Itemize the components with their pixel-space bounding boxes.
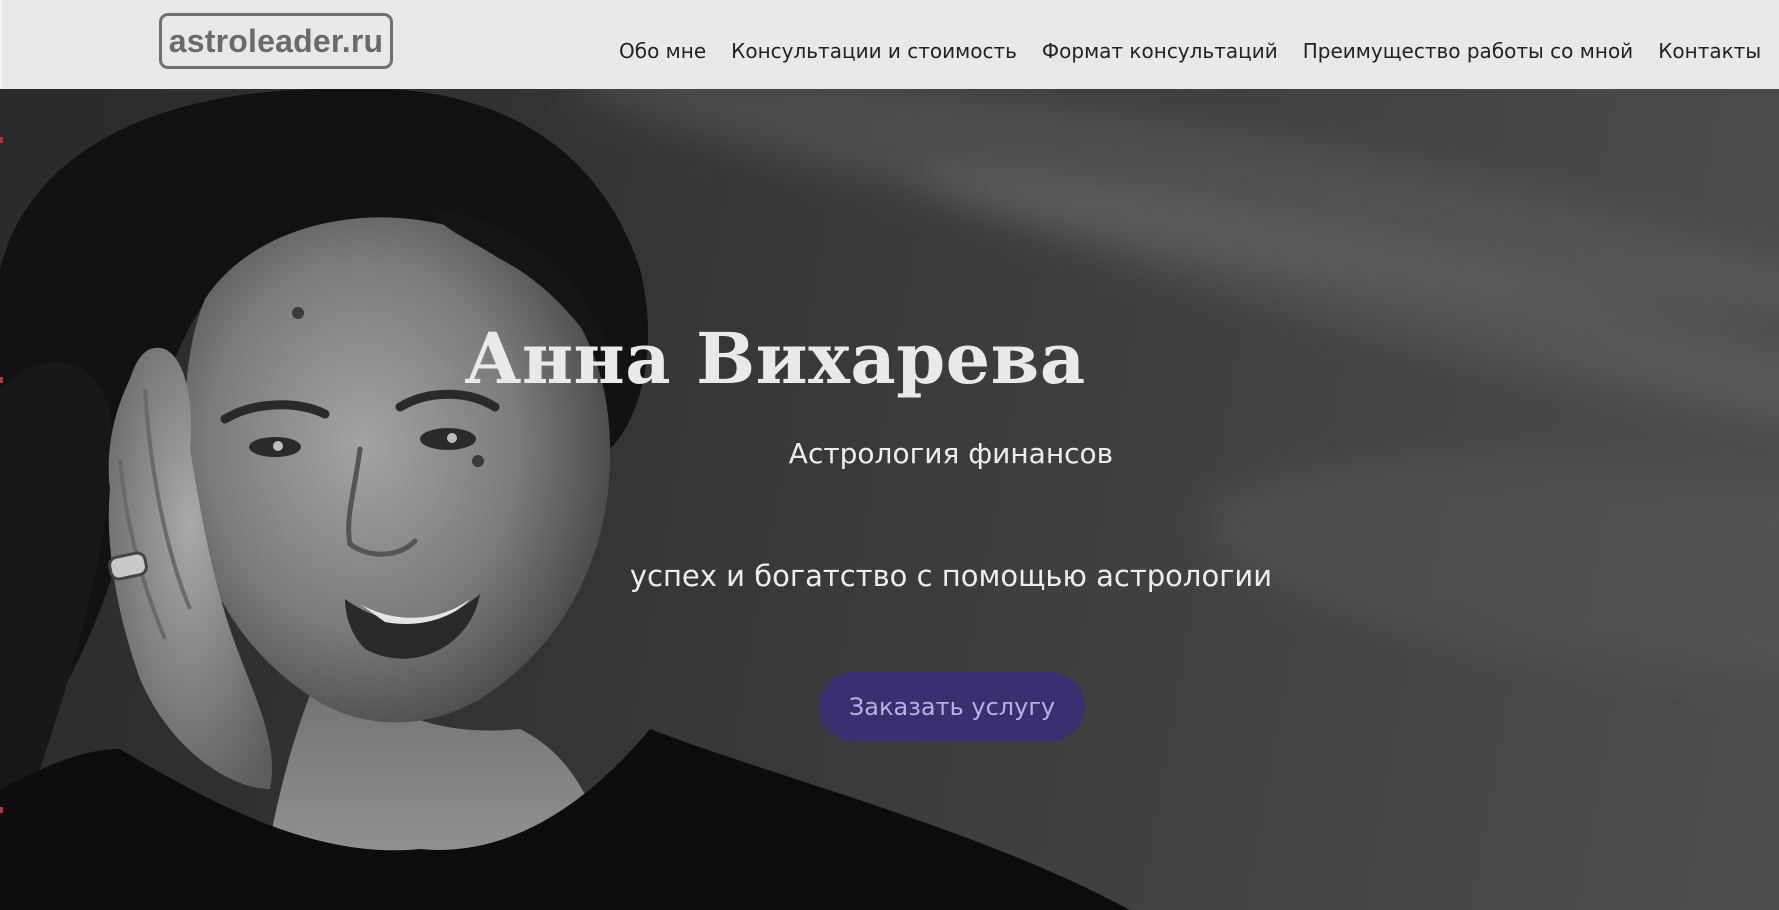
site-logo[interactable]: astroleader.ru [159, 13, 393, 69]
nav-item-consultations-price[interactable]: Консультации и стоимость [731, 38, 1017, 64]
nav-item-about[interactable]: Обо мне [619, 38, 706, 64]
hero-section: Анна Вихарева Астрология финансов успех … [0, 89, 1779, 910]
hero-name-heading: Анна Вихарева [464, 317, 1086, 400]
order-service-button[interactable]: Заказать услугу [819, 672, 1085, 741]
nav-item-advantages[interactable]: Преимущество работы со мной [1303, 38, 1633, 64]
page: astroleader.ru Обо мне Консультации и ст… [0, 0, 1779, 910]
portrait-photo [0, 89, 1130, 910]
main-nav: Обо мне Консультации и стоимость Формат … [619, 38, 1779, 64]
edge-marker [0, 137, 3, 143]
site-header: astroleader.ru Обо мне Консультации и ст… [0, 0, 1779, 89]
nav-item-contacts[interactable]: Контакты [1658, 38, 1761, 64]
hero-subtitle: Астрология финансов [788, 437, 1114, 470]
nav-item-consultation-format[interactable]: Формат консультаций [1042, 38, 1278, 64]
hero-tagline: успех и богатство с помощью астрологии [629, 559, 1273, 593]
edge-marker [0, 807, 3, 813]
